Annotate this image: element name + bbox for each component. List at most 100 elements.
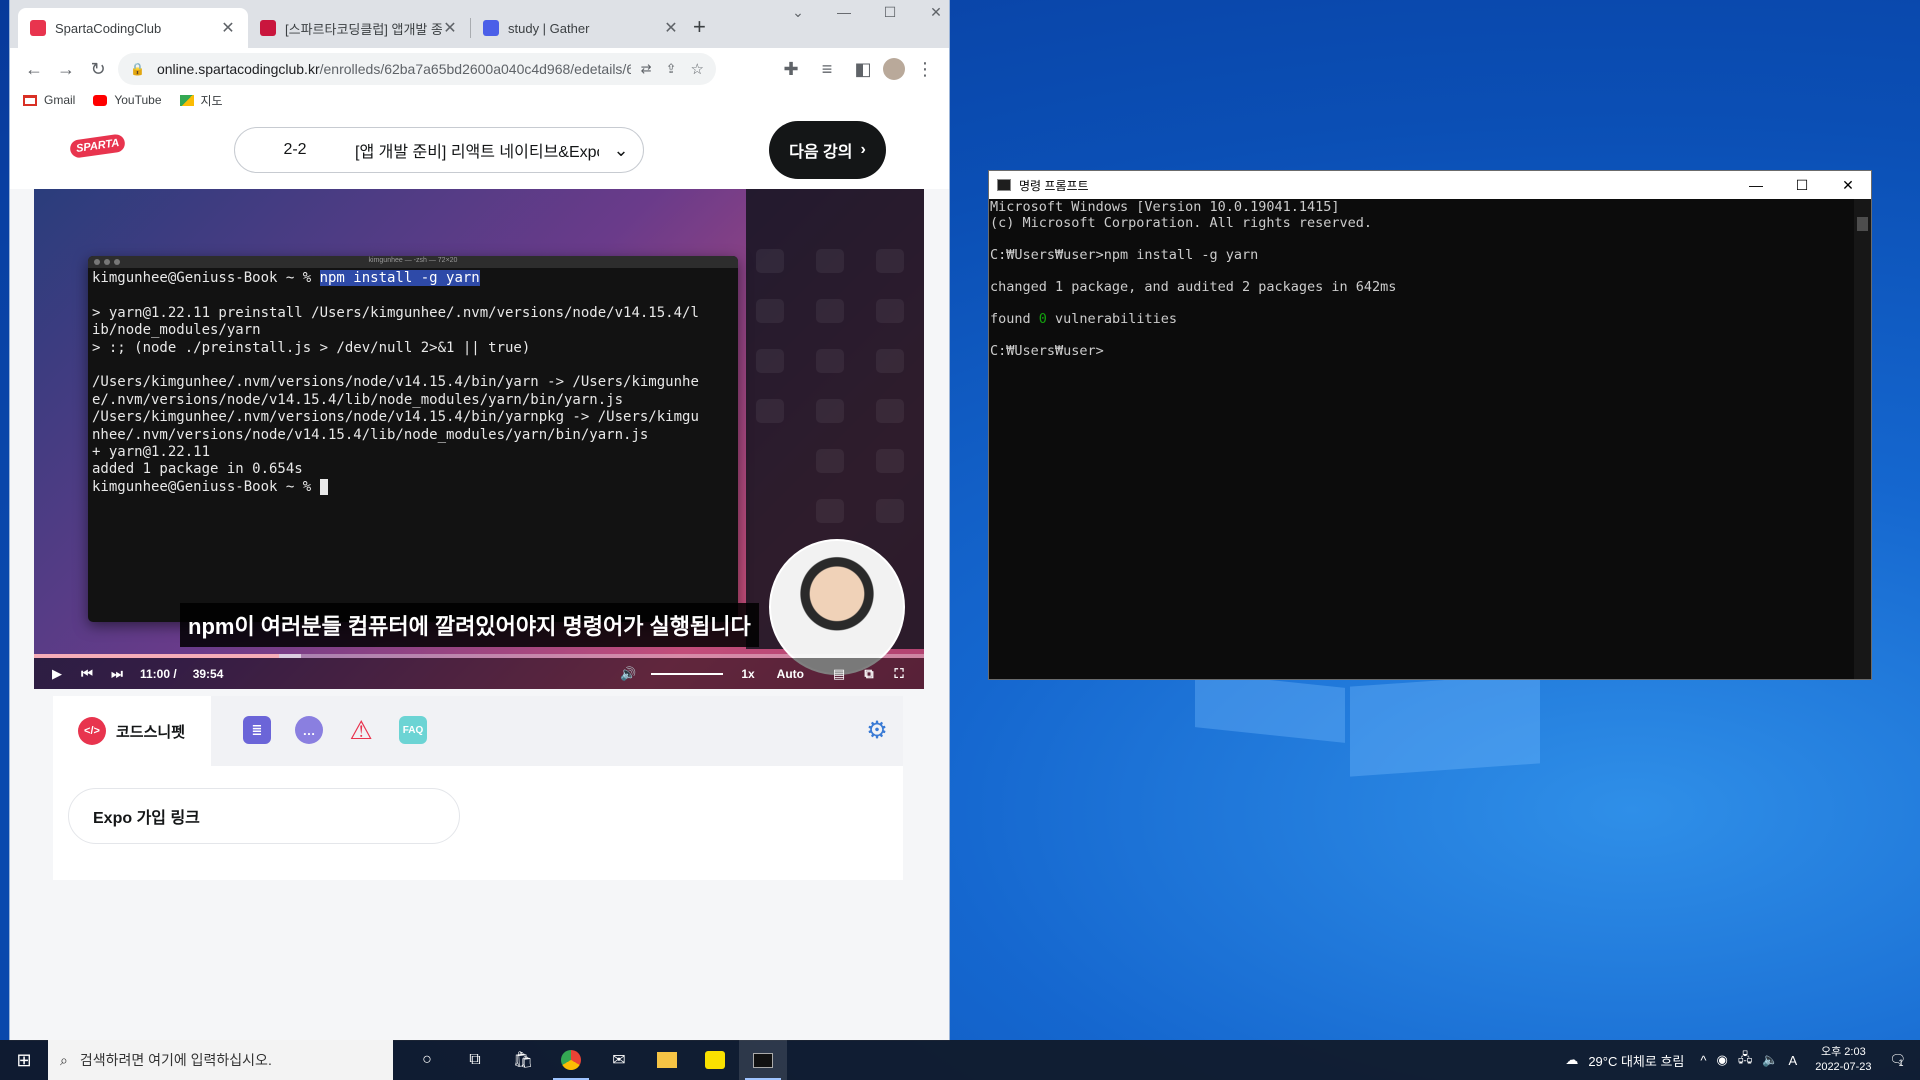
captions-icon[interactable]: ▤: [824, 666, 854, 682]
system-tray: ☁ 29°C 대체로 흐림 ^ ◉ 🖧 🔈 A 오후 2:03 2022-07-…: [1565, 1040, 1920, 1080]
bookmark-youtube[interactable]: YouTube: [93, 93, 162, 107]
picture-in-picture-icon[interactable]: ⧉: [854, 666, 884, 682]
volume-icon[interactable]: 🔈: [1762, 1052, 1778, 1068]
report-warning-icon[interactable]: ⚠: [347, 715, 375, 745]
windows-start-icon[interactable]: ⊞: [0, 1040, 48, 1080]
lecture-tools-panel: </> 코드스니펫 ≣ … ⚠ FAQ ⚙ Expo 가입 링크: [53, 696, 903, 880]
share-icon[interactable]: ⇪: [666, 61, 677, 77]
terminal-line: added 1 package in 0.654s: [92, 461, 303, 478]
tab-gather[interactable]: study | Gather ✕: [471, 8, 691, 48]
close-window-button[interactable]: ✕: [916, 4, 949, 21]
side-panel-icon[interactable]: ◧: [847, 53, 879, 85]
volume-slider[interactable]: [651, 672, 724, 675]
close-tab-icon[interactable]: ✕: [663, 18, 679, 38]
ime-indicator[interactable]: A: [1789, 1053, 1798, 1068]
back-arrow-icon[interactable]: ←: [18, 53, 50, 85]
close-tab-icon[interactable]: ✕: [442, 18, 458, 38]
search-placeholder: 검색하려면 여기에 입력하십시오.: [79, 1052, 272, 1068]
forward-arrow-icon[interactable]: →: [50, 53, 82, 85]
clock-time: 오후 2:03: [1820, 1046, 1866, 1058]
notification-icon[interactable]: 🗨 1: [1889, 1052, 1906, 1068]
tab-code-snippet[interactable]: </> 코드스니펫: [53, 696, 211, 766]
close-window-button[interactable]: ✕: [1825, 171, 1871, 199]
bookmark-star-icon[interactable]: ☆: [691, 60, 704, 78]
previous-icon[interactable]: ⏮: [72, 666, 102, 682]
meet-now-icon[interactable]: ◉: [1717, 1052, 1728, 1068]
dock-tile: [876, 299, 904, 323]
cortana-icon[interactable]: ○: [403, 1040, 451, 1080]
taskbar-search-box[interactable]: ⌕ 검색하려면 여기에 입력하십시오.: [48, 1040, 393, 1080]
toolbar-right: ✚ ≡ ◧ ⋮: [775, 53, 941, 85]
clock[interactable]: 오후 2:03 2022-07-23: [1815, 1045, 1871, 1075]
dock-tile: [816, 349, 844, 373]
command-prompt-icon[interactable]: [739, 1040, 787, 1080]
microsoft-store-icon[interactable]: 🛍: [499, 1040, 547, 1080]
dock-tile: [876, 249, 904, 273]
bookmarks-bar: Gmail YouTube 지도: [10, 90, 949, 110]
network-icon[interactable]: 🖧: [1738, 1049, 1753, 1071]
media-control-icon[interactable]: ≡: [811, 53, 843, 85]
close-tab-icon[interactable]: ✕: [220, 18, 236, 38]
scrollbar-thumb[interactable]: [1857, 217, 1868, 231]
chevron-up-icon[interactable]: ^: [1700, 1053, 1706, 1068]
comments-icon[interactable]: …: [295, 716, 323, 744]
play-icon[interactable]: ▶: [42, 666, 72, 682]
taskbar-apps: ○ ⧉ 🛍 ✉: [403, 1040, 787, 1080]
reload-icon[interactable]: ↻: [82, 53, 114, 85]
chrome-icon[interactable]: [547, 1040, 595, 1080]
bookmark-gmail[interactable]: Gmail: [23, 93, 75, 107]
maximize-button[interactable]: ☐: [1779, 171, 1825, 199]
terminal-line: > yarn@1.22.11 preinstall /Users/kimgunh…: [92, 304, 699, 321]
tab-search-icon[interactable]: ⌄: [778, 4, 818, 21]
tools-tab-bar: </> 코드스니펫 ≣ … ⚠ FAQ ⚙: [53, 696, 903, 766]
weather-status[interactable]: 29°C 대체로 흐림: [1588, 1051, 1684, 1070]
notion-favicon-icon: [260, 20, 276, 36]
lecture-notes-icon[interactable]: ≣: [243, 716, 271, 744]
cmd-scrollbar[interactable]: [1854, 199, 1871, 679]
task-view-icon[interactable]: ⧉: [451, 1040, 499, 1080]
cmd-line: changed 1 package, and audited 2 package…: [990, 279, 1397, 295]
next-icon[interactable]: ⏭: [102, 666, 132, 682]
translate-icon[interactable]: ⇄: [641, 61, 652, 77]
file-explorer-icon[interactable]: [643, 1040, 691, 1080]
lesson-dropdown[interactable]: 2-2 [앱 개발 준비] 리액트 네이티브&Expo ⌄: [234, 127, 644, 173]
maximize-button[interactable]: ☐: [870, 4, 910, 21]
expo-signup-link[interactable]: Expo 가입 링크: [68, 788, 460, 844]
cmd-line: found: [990, 311, 1039, 327]
address-bar[interactable]: 🔒 online.spartacodingclub.kr/enrolleds/6…: [118, 53, 716, 85]
dock-tile: [816, 299, 844, 323]
terminal-titlebar: kimgunhee — -zsh — 72×20: [88, 256, 738, 268]
settings-gear-icon[interactable]: ⚙: [863, 716, 891, 744]
sparta-logo[interactable]: SPARTA: [69, 133, 127, 159]
video-subtitle: npm이 여러분들 컴퓨터에 깔려있어야지 명령어가 실행됩니다: [180, 603, 759, 647]
extensions-puzzle-icon[interactable]: ✚: [775, 53, 807, 85]
duration: 39:54: [192, 666, 224, 681]
fullscreen-icon[interactable]: ⛶: [884, 666, 914, 682]
tab-spartacodingclub[interactable]: SpartaCodingClub ✕: [18, 8, 248, 48]
cmd-window-controls: — ☐ ✕: [1733, 171, 1871, 199]
kebab-menu-icon[interactable]: ⋮: [909, 53, 941, 85]
tab-title: [스파르타코딩클럽] 앱개발 종: [285, 21, 442, 37]
kakaotalk-icon[interactable]: [691, 1040, 739, 1080]
next-lecture-button[interactable]: 다음 강의 ›: [769, 121, 886, 179]
faq-icon[interactable]: FAQ: [399, 716, 427, 744]
tab-lecture-notes[interactable]: [스파르타코딩클럽] 앱개발 종 ✕: [248, 8, 470, 48]
video-player[interactable]: kimgunhee — -zsh — 72×20 kimgunhee@Geniu…: [34, 189, 924, 689]
cmd-line: Microsoft Windows [Version 10.0.19041.14…: [990, 199, 1340, 215]
cmd-output[interactable]: Microsoft Windows [Version 10.0.19041.14…: [989, 199, 1871, 359]
minimize-button[interactable]: —: [1733, 171, 1779, 199]
lock-icon: 🔒: [130, 62, 145, 76]
dock-tile: [816, 399, 844, 423]
tab-label: 코드스니펫: [116, 723, 186, 741]
new-tab-button[interactable]: +: [693, 14, 706, 40]
profile-avatar[interactable]: [883, 58, 905, 80]
mail-icon[interactable]: ✉: [595, 1040, 643, 1080]
gmail-icon: [23, 94, 37, 106]
quality-setting[interactable]: Auto: [777, 667, 804, 681]
bookmark-maps[interactable]: 지도: [179, 92, 223, 109]
dock-tile: [756, 249, 784, 273]
playback-speed[interactable]: 1x: [741, 667, 754, 681]
weather-cloud-icon[interactable]: ☁: [1565, 1052, 1578, 1068]
minimize-button[interactable]: —: [824, 4, 864, 20]
volume-icon[interactable]: 🔊: [613, 666, 643, 682]
